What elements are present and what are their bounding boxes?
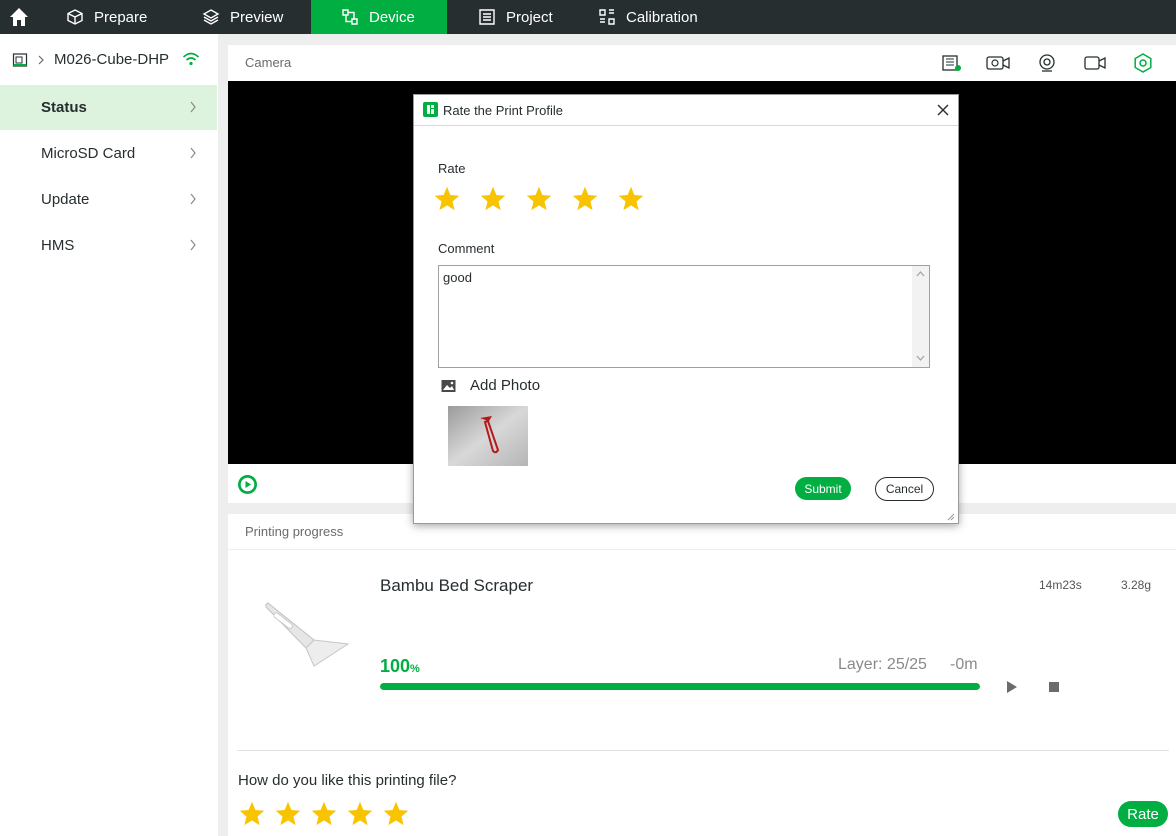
scroll-down-icon[interactable] [916,355,925,362]
star-filled-icon[interactable] [382,800,410,828]
layer-count: Layer: 25/25 [838,656,927,673]
home-icon [10,8,28,26]
project-icon [479,9,495,25]
sidebar-item-label: HMS [41,237,75,254]
device-name: M026-Cube-DHP [54,51,170,68]
chevron-right-icon [190,101,196,113]
home-button[interactable] [0,0,38,34]
tab-device[interactable]: Device [311,0,447,34]
tab-prepare-label: Prepare [94,8,148,26]
tab-calibration-label: Calibration [626,8,698,26]
bed-scraper-thumbnail [265,602,350,667]
chevron-right-icon [38,55,44,65]
progress-bar-fill [380,683,980,690]
play-icon[interactable] [237,474,258,495]
resize-grip-icon[interactable] [945,511,955,521]
star-filled-icon[interactable] [346,800,374,828]
layers-icon [202,9,220,25]
bambu-logo-icon [423,102,438,117]
comment-input[interactable] [438,265,930,368]
device-icon [342,9,358,25]
resume-icon[interactable] [1005,680,1019,694]
comment-scrollbar[interactable] [912,266,929,367]
chevron-right-icon [190,239,196,251]
tab-device-label: Device [369,8,415,26]
rate-print-profile-dialog: Rate the Print Profile Rate Comment Add … [413,94,959,524]
webcam-icon[interactable] [1037,53,1057,73]
remaining-time: -0m [950,656,978,673]
sidebar-item-update[interactable]: Update [0,177,217,222]
device-selector[interactable]: M026-Cube-DHP [0,46,218,74]
close-icon[interactable] [937,104,949,116]
star-filled-icon[interactable] [525,185,553,213]
cube-icon [67,9,83,25]
star-filled-icon[interactable] [433,185,461,213]
chevron-right-icon [190,147,196,159]
print-weight: 3.28g [1121,578,1152,592]
tab-project[interactable]: Project [462,0,582,34]
submit-button[interactable]: Submit [795,477,851,500]
divider [237,750,1169,751]
dialog-title: Rate the Print Profile [443,103,563,118]
print-time: 14m23s [1039,578,1082,592]
calibration-icon [599,9,615,25]
image-icon [441,380,456,392]
tab-preview-label: Preview [230,8,284,26]
star-filled-icon[interactable] [238,800,266,828]
dialog-header: Rate the Print Profile [414,95,958,126]
progress-percent-sign: % [410,663,420,675]
star-filled-icon[interactable] [274,800,302,828]
sidebar-item-microsd-card[interactable]: MicroSD Card [0,131,217,176]
rating-question: How do you like this printing file? [238,772,457,789]
camera-timelapse-icon[interactable] [985,53,1013,73]
tab-prepare[interactable]: Prepare [50,0,170,34]
progress-panel [228,550,1176,836]
top-navigation-bar: Prepare Preview Device Project Calibrati… [0,0,1176,34]
sd-card-icon[interactable] [941,53,963,73]
rate-button[interactable]: Rate [1118,801,1168,827]
star-filled-icon[interactable] [617,185,645,213]
file-name: Bambu Bed Scraper [380,576,534,595]
comment-label: Comment [438,241,495,256]
star-filled-icon[interactable] [571,185,599,213]
sidebar-item-label: Update [41,191,90,208]
tab-preview[interactable]: Preview [190,0,310,34]
sidebar-item-label: MicroSD Card [41,145,136,162]
sidebar-item-hms[interactable]: HMS [0,223,217,268]
rate-label: Rate [438,161,466,176]
camera-title: Camera [245,55,292,70]
sidebar: M026-Cube-DHP Status MicroSD Card Update… [0,34,218,836]
scroll-up-icon[interactable] [916,270,925,277]
printer-icon [12,53,28,67]
photo-thumbnail[interactable] [448,406,528,466]
progress-title: Printing progress [245,524,344,539]
add-photo-button[interactable]: Add Photo [470,377,540,394]
sidebar-item-label: Status [41,99,87,116]
star-filled-icon[interactable] [479,185,507,213]
progress-bar [380,683,980,690]
tab-calibration[interactable]: Calibration [582,0,722,34]
star-filled-icon[interactable] [310,800,338,828]
sidebar-item-status[interactable]: Status [0,85,217,130]
stop-icon[interactable] [1048,681,1060,693]
progress-percent: 100% [380,656,420,677]
progress-percent-value: 100 [380,656,411,676]
cancel-button[interactable]: Cancel [875,477,934,501]
wifi-icon [182,52,200,66]
chevron-right-icon [190,193,196,205]
tab-project-label: Project [506,8,553,26]
video-record-icon[interactable] [1083,53,1107,73]
settings-icon[interactable] [1132,52,1154,74]
